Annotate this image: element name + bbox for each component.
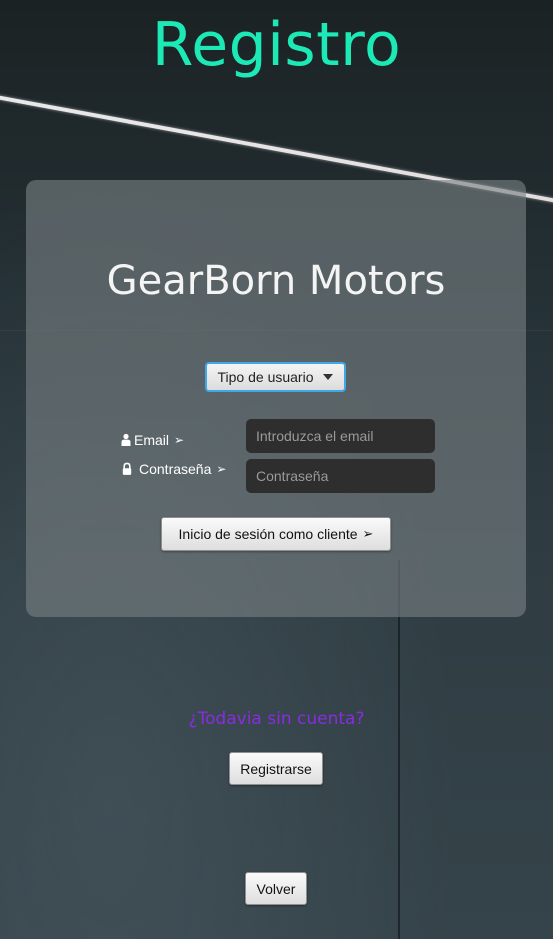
password-label-group: Contraseña ➢: [121, 461, 226, 477]
register-button[interactable]: Registrarse: [229, 752, 323, 785]
chevron-down-icon: [323, 374, 334, 380]
person-icon: [121, 433, 131, 446]
user-type-selected: Tipo de usuario: [217, 369, 314, 385]
arrow-icon: ➢: [362, 526, 374, 541]
email-label-group: Email ➢: [120, 432, 184, 448]
email-label: Email: [134, 432, 170, 448]
no-account-text: ¿Todavia sin cuenta?: [188, 709, 365, 729]
brand-title: GearBorn Motors: [106, 258, 446, 304]
page-title: Registro: [151, 10, 402, 80]
user-type-dropdown[interactable]: Tipo de usuario: [205, 362, 346, 392]
password-input[interactable]: [246, 459, 435, 493]
client-login-button[interactable]: Inicio de sesión como cliente ➢: [161, 517, 391, 551]
client-login-label: Inicio de sesión como cliente: [178, 526, 358, 542]
arrow-icon: ➢: [174, 433, 185, 447]
arrow-icon: ➢: [216, 462, 227, 476]
password-label: Contraseña: [139, 461, 212, 477]
email-input[interactable]: [246, 419, 435, 453]
login-panel: GearBorn Motors Tipo de usuario Email ➢ …: [26, 180, 526, 617]
back-button[interactable]: Volver: [245, 872, 307, 905]
lock-icon: [122, 462, 132, 475]
